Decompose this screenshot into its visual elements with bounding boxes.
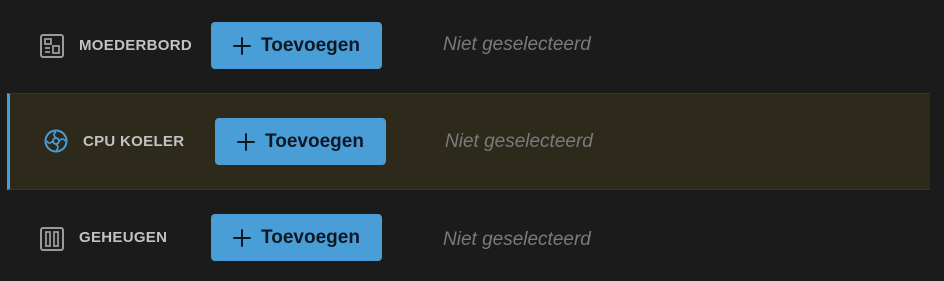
component-row-memory: GEHEUGEN Toevoegen Niet geselecteerd — [0, 192, 944, 281]
add-memory-button[interactable]: Toevoegen — [211, 214, 382, 261]
selection-status: Niet geselecteerd — [443, 229, 591, 250]
add-button-label: Toevoegen — [261, 226, 360, 248]
add-button-label: Toevoegen — [265, 130, 364, 152]
plus-icon — [233, 36, 252, 55]
add-motherboard-button[interactable]: Toevoegen — [211, 22, 382, 69]
component-row-cpu-cooler: CPU KOELER Toevoegen Niet geselecteerd — [7, 93, 930, 190]
component-list: MOEDERBORD Toevoegen Niet geselecteerd C… — [0, 0, 944, 281]
add-button-label: Toevoegen — [261, 34, 360, 56]
plus-icon — [233, 228, 252, 247]
cpu-cooler-icon — [43, 128, 69, 154]
component-label: MOEDERBORD — [79, 37, 193, 54]
memory-icon — [39, 226, 65, 252]
add-cpu-cooler-button[interactable]: Toevoegen — [215, 118, 386, 165]
component-row-motherboard: MOEDERBORD Toevoegen Niet geselecteerd — [0, 0, 944, 92]
component-label: CPU KOELER — [83, 133, 185, 150]
plus-icon — [237, 132, 256, 151]
selection-status: Niet geselecteerd — [445, 131, 593, 152]
motherboard-icon — [39, 33, 65, 59]
selection-status: Niet geselecteerd — [443, 34, 591, 55]
component-label: GEHEUGEN — [79, 229, 168, 246]
